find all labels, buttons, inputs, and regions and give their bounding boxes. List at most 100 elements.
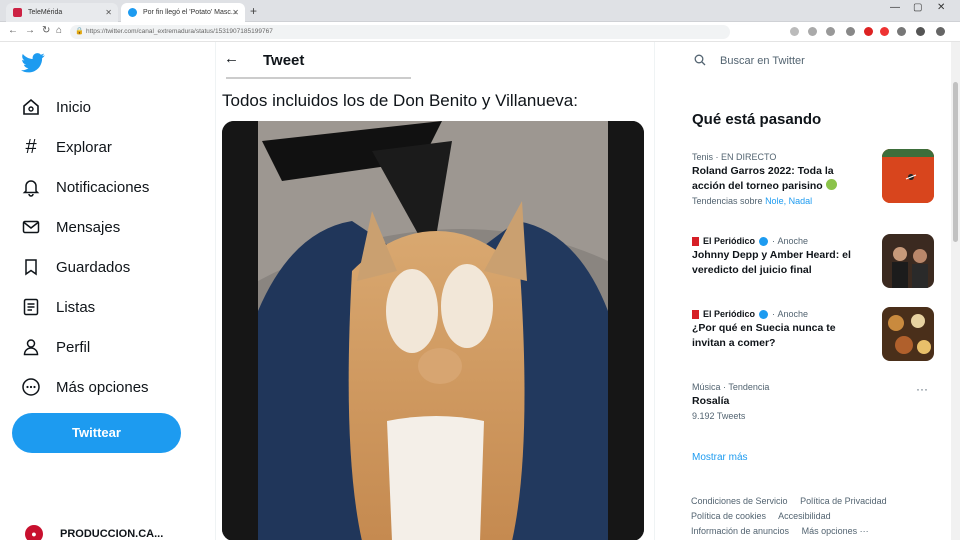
browser-tab-bar: TeleMérida ✕ Por fin llegó el 'Potato' M…: [0, 0, 960, 22]
tab-title: Por fin llegó el 'Potato' Masc...: [143, 9, 237, 16]
extension-icon[interactable]: [808, 27, 817, 36]
menu-dots-icon[interactable]: [936, 27, 945, 36]
publisher-logo-icon: [692, 309, 699, 319]
tweet-media-video[interactable]: [222, 121, 644, 540]
bookmark-icon: [20, 256, 42, 278]
trend-headline: Roland Garros 2022: Toda la acción del t…: [692, 164, 852, 194]
minimize-icon[interactable]: —: [890, 2, 900, 13]
footer-link[interactable]: Política de cookies: [691, 511, 766, 521]
account-switcher[interactable]: ● PRODUCCION.CA...: [25, 525, 163, 540]
lock-icon: 🔒: [75, 28, 84, 35]
nav-label: Explorar: [56, 138, 112, 156]
extension-icon[interactable]: [880, 27, 889, 36]
person-icon: [20, 336, 42, 358]
nav-label: Guardados: [56, 258, 131, 276]
trend-thumbnail: [882, 234, 934, 288]
tweet-button[interactable]: Twittear: [12, 413, 181, 453]
nav-label: Inicio: [56, 98, 92, 116]
trend-item[interactable]: Música · Tendencia Rosalía 9.192 Tweets: [692, 382, 932, 421]
footer-link[interactable]: Más opciones ···: [802, 526, 869, 536]
scrollbar-thumb[interactable]: [953, 82, 958, 242]
verified-badge-icon: [759, 236, 769, 246]
twitter-logo-icon[interactable]: [21, 52, 45, 74]
footer-links: Condiciones de Servicio Política de Priv…: [691, 494, 921, 539]
nav-label: Perfil: [56, 338, 91, 356]
nav-item-inicio[interactable]: Inicio: [20, 94, 91, 120]
page-scrollbar[interactable]: [951, 42, 960, 540]
trend-headline: ¿Por qué en Suecia nunca te invitan a co…: [692, 322, 836, 349]
cat-covering-eyes-image: [222, 121, 644, 540]
nav-item-mas-opciones[interactable]: Más opciones: [20, 374, 149, 400]
close-icon[interactable]: ✕: [232, 3, 239, 22]
trend-time: Anoche: [777, 309, 809, 319]
window-close-icon[interactable]: ✕: [937, 2, 945, 13]
trend-headline: Rosalía: [692, 395, 730, 407]
bell-icon: [20, 176, 42, 198]
nav-item-listas[interactable]: Listas: [20, 294, 95, 320]
extension-icon[interactable]: [846, 27, 855, 36]
footer-link[interactable]: Política de Privacidad: [800, 496, 887, 506]
hashtag-icon: #: [25, 135, 37, 158]
nav-item-guardados[interactable]: Guardados: [20, 254, 130, 280]
trend-source: El Periódico: [703, 309, 756, 319]
address-bar: ← → ↻ ⌂ 🔒 https://twitter.com/canal_extr…: [0, 22, 960, 42]
close-icon[interactable]: ✕: [105, 3, 112, 22]
trend-meta: Música · Tendencia: [692, 382, 770, 392]
screen: TeleMérida ✕ Por fin llegó el 'Potato' M…: [0, 0, 960, 540]
back-arrow-icon[interactable]: ←: [224, 50, 239, 67]
nav-label: Listas: [56, 298, 96, 316]
extension-icon[interactable]: [864, 27, 873, 36]
truncated-text-line: [226, 75, 411, 81]
more-dots-icon[interactable]: ···: [916, 382, 928, 396]
home-page-icon[interactable]: ⌂: [56, 25, 62, 36]
trend-related-links[interactable]: Nole, Nadal: [765, 196, 812, 206]
list-icon: [20, 296, 42, 318]
nav-item-mensajes[interactable]: Mensajes: [20, 214, 120, 240]
new-tab-icon[interactable]: +: [250, 3, 257, 19]
browser-tab-2[interactable]: Por fin llegó el 'Potato' Masc... ✕: [121, 3, 245, 22]
maximize-icon[interactable]: ▢: [913, 2, 922, 13]
twitter-favicon-icon: [128, 8, 137, 17]
back-arrow-icon[interactable]: ←: [8, 25, 18, 36]
trend-headline-text: Roland Garros 2022: Toda la acción del t…: [692, 165, 834, 192]
nav-item-notificaciones[interactable]: Notificaciones: [20, 174, 149, 200]
publisher-logo-icon: [692, 236, 699, 246]
url-field[interactable]: 🔒 https://twitter.com/canal_extremadura/…: [70, 25, 730, 39]
main-column: ← Tweet Todos incluidos los de Don Benit…: [215, 42, 655, 540]
footer-link[interactable]: Información de anuncios: [691, 526, 789, 536]
search-icon: [694, 54, 706, 69]
star-icon[interactable]: [826, 27, 835, 36]
profile-avatar-icon[interactable]: [916, 27, 925, 36]
trends-heading: Qué está pasando: [692, 111, 822, 128]
home-icon: [20, 96, 42, 118]
show-more-link[interactable]: Mostrar más: [692, 452, 748, 463]
right-sidebar: Buscar en Twitter Qué está pasando Tenis…: [656, 42, 950, 540]
footer-link[interactable]: Condiciones de Servicio: [691, 496, 788, 506]
tweet-text: Todos incluidos los de Don Benito y Vill…: [222, 91, 578, 110]
nav-label: Notificaciones: [56, 178, 150, 196]
site-favicon-icon: [13, 8, 22, 17]
tennis-ball-icon: [825, 179, 837, 190]
avatar: ●: [25, 525, 43, 540]
profile-name: PRODUCCION.CA...: [60, 528, 164, 540]
extension-icon[interactable]: [790, 27, 799, 36]
page-title: Tweet: [263, 52, 305, 69]
browser-tab-1[interactable]: TeleMérida ✕: [6, 3, 118, 22]
more-circle-icon: [20, 376, 42, 398]
reload-icon[interactable]: ↻: [42, 25, 50, 36]
trend-count: 9.192 Tweets: [692, 411, 746, 421]
nav-item-explorar[interactable]: # Explorar: [20, 134, 112, 160]
tab-title: TeleMérida: [28, 9, 63, 16]
trend-related-prefix: Tendencias sobre: [692, 196, 763, 206]
extension-icon[interactable]: [897, 27, 906, 36]
trend-source: El Periódico: [703, 236, 756, 246]
verified-badge-icon: [759, 309, 769, 319]
search-placeholder: Buscar en Twitter: [720, 55, 805, 67]
envelope-icon: [20, 216, 42, 238]
footer-link[interactable]: Accesibilidad: [778, 511, 831, 521]
nav-item-perfil[interactable]: Perfil: [20, 334, 90, 360]
search-box[interactable]: Buscar en Twitter: [678, 47, 950, 75]
nav-label: Mensajes: [56, 218, 121, 236]
trend-time: Anoche: [777, 236, 809, 246]
forward-arrow-icon[interactable]: →: [25, 25, 35, 36]
